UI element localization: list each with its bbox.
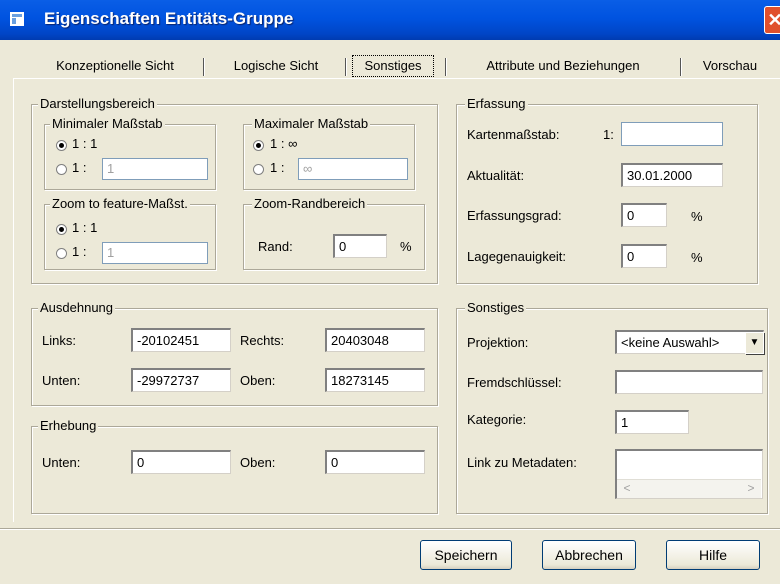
min-massstab-label: Minimaler Maßstab (50, 116, 165, 131)
oben-label: Oben: (240, 373, 276, 388)
lagegenauigkeit-input[interactable]: 0 (621, 244, 667, 268)
kartenmassstab-prefix: 1: (603, 127, 614, 142)
rand-label: Rand: (258, 239, 293, 254)
kategorie-label: Kategorie: (467, 412, 527, 427)
kartenmassstab-label: Kartenmaßstab: (467, 127, 560, 142)
link-metadaten-label: Link zu Metadaten: (467, 455, 577, 470)
cancel-button[interactable]: Abbrechen (542, 540, 636, 570)
scroll-left-icon[interactable]: < (620, 481, 634, 495)
help-button[interactable]: Hilfe (666, 540, 760, 570)
zoom-radio-custom-label: 1 : (72, 244, 87, 259)
min-radio-custom-label: 1 : (72, 160, 87, 175)
aktualitaet-input[interactable]: 30.01.2000 (621, 163, 723, 187)
ausdehnung-label: Ausdehnung (38, 300, 116, 315)
zoom-randbereich-label: Zoom-Randbereich (252, 196, 368, 211)
erhebung-unten-input[interactable]: 0 (131, 450, 231, 474)
lagegenauigkeit-label: Lagegenauigkeit: (467, 249, 567, 264)
window-title: Eigenschaften Entitäts-Gruppe (44, 9, 294, 28)
tab-sonstiges[interactable]: Sonstiges (352, 55, 434, 77)
aktualitaet-label: Aktualität: (467, 168, 525, 183)
min-massstab-group (44, 124, 216, 190)
max-radio-custom-label: 1 : (270, 160, 285, 175)
erfassung-label: Erfassung (465, 96, 528, 111)
rand-unit: % (400, 239, 412, 254)
tab-konzeptionelle-sicht[interactable]: Konzeptionelle Sicht (40, 55, 190, 77)
erfassungsgrad-input[interactable]: 0 (621, 203, 667, 227)
unten-input[interactable]: -29972737 (131, 368, 231, 392)
erhebung-oben-input[interactable]: 0 (325, 450, 425, 474)
min-massstab-input[interactable]: 1 (102, 158, 208, 180)
scroll-right-icon[interactable]: > (744, 481, 758, 495)
zoom-radio-custom[interactable] (56, 248, 67, 259)
max-massstab-group (243, 124, 415, 190)
zoom-feature-label: Zoom to feature-Maßst. (50, 196, 190, 211)
zoom-feature-input[interactable]: 1 (102, 242, 208, 264)
divider (0, 528, 780, 529)
tab-separator (445, 58, 446, 76)
tab-separator (680, 58, 681, 76)
zoom-radio-1-1[interactable] (56, 224, 67, 235)
projektion-select[interactable]: <keine Auswahl> (615, 330, 764, 354)
erhebung-oben-label: Oben: (240, 455, 276, 470)
tab-logische-sicht[interactable]: Logische Sicht (220, 55, 332, 77)
max-massstab-input[interactable]: ∞ (298, 158, 408, 180)
erhebung-unten-label: Unten: (42, 455, 81, 470)
close-button[interactable]: ✕ (764, 6, 780, 34)
tab-separator (345, 58, 346, 76)
zoom-radio-1-1-label: 1 : 1 (72, 220, 98, 235)
erhebung-label: Erhebung (38, 418, 99, 433)
rechts-label: Rechts: (240, 333, 285, 348)
max-radio-infinity[interactable] (253, 140, 264, 151)
max-radio-infinity-label: 1 : ∞ (270, 136, 298, 151)
links-label: Links: (42, 333, 76, 348)
fremdschluessel-input[interactable] (615, 370, 763, 394)
save-button[interactable]: Speichern (420, 540, 512, 570)
lagegenauigkeit-unit: % (691, 250, 703, 265)
darstellungsbereich-label: Darstellungsbereich (38, 96, 157, 111)
kartenmassstab-input[interactable] (621, 122, 723, 146)
max-massstab-label: Maximaler Maßstab (252, 116, 371, 131)
erfassungsgrad-label: Erfassungsgrad: (467, 208, 562, 223)
min-radio-1-1[interactable] (56, 140, 67, 151)
tab-attribute-und-beziehungen[interactable]: Attribute und Beziehungen (468, 55, 658, 77)
fremdschluessel-label: Fremdschlüssel: (467, 375, 562, 390)
kategorie-input[interactable]: 1 (615, 410, 689, 434)
oben-input[interactable]: 18273145 (325, 368, 425, 392)
tab-separator (203, 58, 204, 76)
max-radio-custom[interactable] (253, 164, 264, 175)
chevron-down-icon[interactable]: ▼ (745, 332, 764, 354)
sonstiges-label: Sonstiges (465, 300, 527, 315)
min-radio-1-1-label: 1 : 1 (72, 136, 98, 151)
rechts-input[interactable]: 20403048 (325, 328, 425, 352)
horizontal-scrollbar[interactable] (617, 479, 761, 498)
unten-label: Unten: (42, 373, 81, 388)
rand-input[interactable]: 0 (333, 234, 387, 258)
window-icon (10, 12, 24, 26)
projektion-label: Projektion: (467, 335, 529, 350)
erfassungsgrad-unit: % (691, 209, 703, 224)
min-radio-custom[interactable] (56, 164, 67, 175)
tab-vorschau[interactable]: Vorschau (690, 55, 770, 77)
links-input[interactable]: -20102451 (131, 328, 231, 352)
